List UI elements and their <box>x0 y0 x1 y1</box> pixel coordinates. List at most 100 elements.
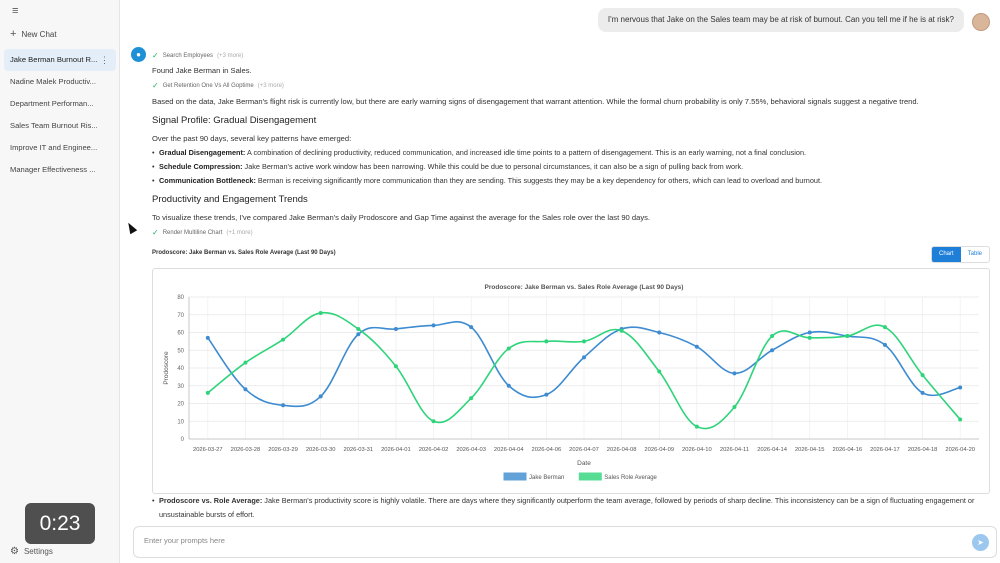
y-tick-label: 50 <box>177 348 184 354</box>
x-tick-label: 2026-04-01 <box>381 447 411 453</box>
data-point <box>657 369 662 374</box>
signal-heading: Signal Profile: Gradual Disengagement <box>152 115 317 126</box>
user-avatar <box>972 13 990 31</box>
data-point <box>544 392 549 397</box>
data-point <box>431 323 436 328</box>
new-chat-label: New Chat <box>21 29 57 39</box>
data-point <box>318 310 323 315</box>
tool-call-retention[interactable]: ✓ Get Retention One Vs All Goptime (+3 m… <box>152 80 982 91</box>
x-tick-label: 2026-04-07 <box>569 447 599 453</box>
assistant-response: ✓ Search Employees (+3 more) Found Jake … <box>152 50 982 238</box>
data-point <box>356 332 361 337</box>
chat-history-item[interactable]: Department Performan... <box>4 93 116 115</box>
x-tick-label: 2026-04-04 <box>494 447 524 453</box>
x-tick-label: 2026-04-02 <box>419 447 449 453</box>
x-tick-label: 2026-04-16 <box>833 447 863 453</box>
tool-label: Render Multiline Chart <box>162 229 223 236</box>
chat-history-item[interactable]: Nadine Malek Productiv... <box>4 71 116 93</box>
chat-history-item[interactable]: Jake Berman Burnout R... ⋮ <box>4 49 116 71</box>
chart-header: Prodoscore: Jake Berman vs. Sales Role A… <box>152 246 990 266</box>
x-tick-label: 2026-04-11 <box>720 447 749 453</box>
settings-button[interactable]: ⚙ Settings <box>10 546 53 557</box>
y-tick-label: 0 <box>181 437 185 443</box>
y-tick-label: 30 <box>177 384 184 390</box>
data-point <box>770 334 775 339</box>
x-tick-label: 2026-04-18 <box>908 447 938 453</box>
y-tick-label: 70 <box>177 313 184 319</box>
prompt-input[interactable] <box>144 536 924 545</box>
y-tick-label: 40 <box>177 366 184 372</box>
more-options-icon[interactable]: ⋮ <box>100 49 109 71</box>
data-point <box>882 325 887 330</box>
send-icon[interactable]: ➤ <box>972 534 989 551</box>
data-point <box>469 396 474 401</box>
check-icon: ✓ <box>152 51 159 60</box>
trends-intro: To visualize these trends, I've compared… <box>152 213 651 222</box>
chat-history-item[interactable]: Sales Team Burnout Ris... <box>4 115 116 137</box>
data-point <box>356 326 361 331</box>
tool-call-search-employees[interactable]: ✓ Search Employees (+3 more) <box>152 50 982 61</box>
prompt-box: ➤ <box>133 526 997 558</box>
chat-history-label: Nadine Malek Productiv... <box>10 77 96 86</box>
plus-icon: + <box>10 28 17 40</box>
x-tick-label: 2026-03-27 <box>193 447 223 453</box>
tool-label: Get Retention One Vs All Goptime <box>162 82 254 89</box>
found-text: Found Jake Berman in Sales. <box>152 66 252 75</box>
bullet-text: Jake Berman's productivity score is high… <box>159 496 975 519</box>
y-tick-label: 80 <box>177 295 184 301</box>
y-tick-label: 20 <box>177 402 184 408</box>
data-point <box>694 424 699 429</box>
x-tick-label: 2026-04-03 <box>456 447 486 453</box>
chat-history-label: Jake Berman Burnout R... <box>10 55 98 64</box>
chat-history-item[interactable]: Manager Effectiveness ... <box>4 159 116 181</box>
data-point <box>281 337 286 342</box>
data-point <box>582 339 586 344</box>
bullet-title: Schedule Compression: <box>159 162 243 171</box>
x-tick-label: 2026-04-17 <box>870 447 900 453</box>
data-point <box>619 328 624 333</box>
data-point <box>770 348 775 353</box>
data-point <box>958 385 963 390</box>
y-tick-label: 60 <box>177 331 184 337</box>
x-tick-label: 2026-04-06 <box>532 447 562 453</box>
bullet-item: Gradual Disengagement: A combination of … <box>152 146 982 160</box>
tool-label: Search Employees <box>162 52 214 59</box>
gear-icon: ⚙ <box>10 546 19 557</box>
data-point <box>393 364 398 369</box>
x-tick-label: 2026-04-09 <box>644 447 674 453</box>
chart-container: Prodoscore: Jake Berman vs. Sales Role A… <box>152 268 990 494</box>
data-point <box>920 390 925 395</box>
data-point <box>469 325 474 330</box>
data-point <box>807 330 812 335</box>
chart-toggle-button[interactable]: Chart <box>931 247 961 262</box>
menu-icon[interactable]: ≡ <box>12 5 18 17</box>
x-tick-label: 2026-03-28 <box>231 447 261 453</box>
data-point <box>506 346 511 351</box>
data-point <box>205 390 210 395</box>
bullet-title: Gradual Disengagement: <box>159 148 246 157</box>
x-tick-label: 2026-03-30 <box>306 447 336 453</box>
data-point <box>582 355 586 360</box>
x-tick-label: 2026-04-20 <box>945 447 975 453</box>
chat-history-label: Improve IT and Enginee... <box>10 143 98 152</box>
signal-intro: Over the past 90 days, several key patte… <box>152 134 352 143</box>
data-point <box>845 334 850 339</box>
bullet-title: Prodoscore vs. Role Average: <box>159 496 263 505</box>
data-point <box>205 335 210 340</box>
summary-text: Based on the data, Jake Berman's flight … <box>152 97 919 106</box>
tool-more: (+3 more) <box>257 82 284 89</box>
chat-history-item[interactable]: Improve IT and Enginee... <box>4 137 116 159</box>
data-point <box>920 373 925 378</box>
table-toggle-button[interactable]: Table <box>961 247 989 262</box>
tool-call-render-chart[interactable]: ✓ Render Multiline Chart (+1 more) <box>152 227 982 238</box>
legend-swatch <box>503 472 527 481</box>
view-toggle: Chart Table <box>930 246 990 263</box>
x-tick-label: 2026-03-31 <box>343 447 373 453</box>
tool-more: (+1 more) <box>226 229 253 236</box>
new-chat-button[interactable]: + New Chat <box>10 28 57 40</box>
chat-history-list: Jake Berman Burnout R... ⋮ Nadine Malek … <box>4 49 116 181</box>
data-point <box>732 405 737 410</box>
trends-heading: Productivity and Engagement Trends <box>152 194 308 205</box>
data-point <box>882 342 887 347</box>
data-point <box>732 371 737 376</box>
